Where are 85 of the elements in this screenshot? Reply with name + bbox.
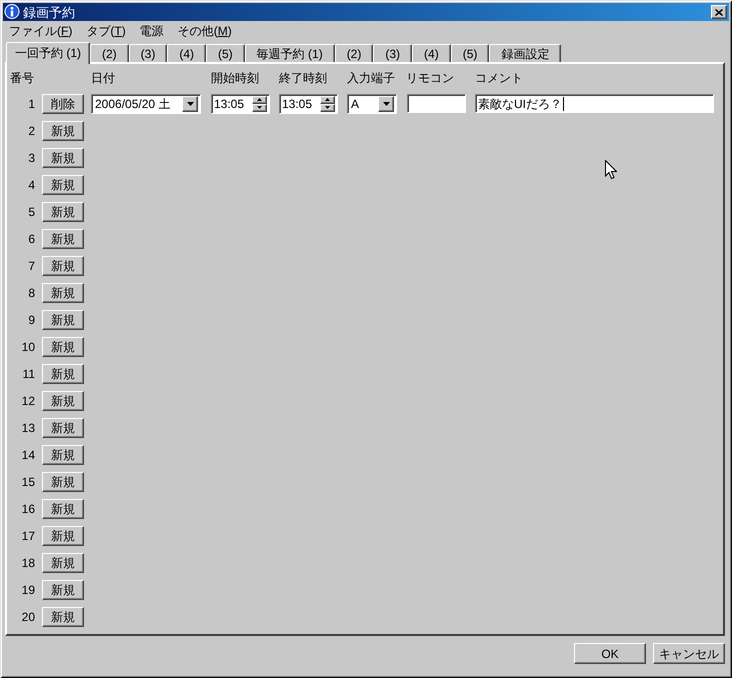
- window-title: 録画予約: [23, 6, 75, 18]
- up-arrow-icon: [325, 98, 330, 101]
- column-header: 入力端子: [347, 71, 395, 85]
- row-number: 4: [28, 176, 35, 194]
- new-button[interactable]: 新規: [42, 472, 84, 492]
- row-number: 12: [22, 392, 35, 410]
- tab[interactable]: (3): [128, 44, 168, 62]
- new-button[interactable]: 新規: [42, 310, 84, 330]
- column-header: 日付: [91, 71, 115, 85]
- new-button[interactable]: 新規: [42, 606, 84, 626]
- dropdown-button[interactable]: [378, 96, 394, 112]
- tab[interactable]: (3): [373, 44, 412, 62]
- delete-button[interactable]: 削除: [42, 94, 84, 114]
- row-number: 15: [22, 474, 35, 490]
- column-header: 番号: [10, 71, 34, 85]
- date-dropdown[interactable]: 2006/05/20 土: [91, 94, 201, 114]
- row-number: 2: [28, 122, 35, 140]
- row-number: 3: [28, 150, 35, 166]
- new-button[interactable]: 新規: [42, 228, 84, 248]
- row-number: 13: [22, 420, 35, 436]
- new-button[interactable]: 新規: [42, 282, 84, 302]
- row-number: 16: [22, 500, 35, 518]
- start-time-spinner[interactable]: 13:05: [211, 94, 270, 114]
- new-button[interactable]: 新規: [42, 202, 84, 222]
- row-number: 8: [28, 284, 35, 302]
- tab[interactable]: 毎週予約 (1): [244, 44, 335, 62]
- tab[interactable]: 一回予約 (1): [6, 42, 90, 64]
- ok-button[interactable]: OK: [574, 643, 646, 664]
- menu-item[interactable]: 電源: [136, 24, 167, 36]
- new-button[interactable]: 新規: [42, 580, 84, 600]
- menu-item[interactable]: タブ(T): [83, 24, 129, 36]
- spin-up-button[interactable]: [252, 96, 267, 104]
- mouse-pointer-icon: [605, 160, 617, 179]
- cancel-button[interactable]: キャンセル: [653, 643, 725, 664]
- row-number: 19: [22, 582, 35, 598]
- row-number: 17: [22, 528, 35, 544]
- row-number: 14: [22, 446, 35, 464]
- menu-item[interactable]: ファイル(F): [6, 24, 76, 36]
- spin-up-button[interactable]: [320, 96, 335, 104]
- column-header: リモコン: [406, 71, 454, 85]
- row-number: 7: [28, 258, 35, 274]
- row-number: 11: [22, 366, 35, 382]
- caret-down-icon: [382, 102, 390, 106]
- new-button[interactable]: 新規: [42, 336, 84, 356]
- column-header: 開始時刻: [211, 71, 259, 85]
- close-button[interactable]: [711, 5, 727, 19]
- menu-item[interactable]: その他(M): [174, 24, 235, 36]
- new-button[interactable]: 新規: [42, 390, 84, 410]
- new-button[interactable]: 新規: [42, 148, 84, 168]
- new-button[interactable]: 新規: [42, 256, 84, 276]
- dropdown-button[interactable]: [182, 96, 198, 112]
- end-time-spinner[interactable]: 13:05: [279, 94, 338, 114]
- row-number: 10: [22, 338, 35, 356]
- comment-field[interactable]: 素敵なUIだろ？: [475, 94, 714, 113]
- caret-down-icon: [186, 102, 194, 106]
- remote-field[interactable]: [407, 94, 466, 113]
- new-button[interactable]: 新規: [42, 120, 84, 140]
- row-number: 9: [28, 312, 35, 328]
- tab[interactable]: 録画設定: [489, 44, 562, 62]
- row-number: 1: [28, 96, 35, 112]
- new-button[interactable]: 新規: [42, 418, 84, 438]
- new-button[interactable]: 新規: [42, 498, 84, 518]
- new-button[interactable]: 新規: [42, 174, 84, 194]
- down-arrow-icon: [325, 106, 330, 109]
- close-icon: [715, 8, 723, 16]
- down-arrow-icon: [257, 106, 262, 109]
- row-number: 5: [28, 204, 35, 220]
- input-dropdown[interactable]: A: [347, 94, 397, 114]
- column-header: 終了時刻: [279, 71, 327, 85]
- new-button[interactable]: 新規: [42, 364, 84, 384]
- tab[interactable]: (5): [206, 44, 245, 62]
- tab[interactable]: (4): [167, 44, 206, 62]
- tab[interactable]: (5): [450, 44, 490, 62]
- tab[interactable]: (4): [412, 44, 451, 62]
- new-button[interactable]: 新規: [42, 552, 84, 572]
- new-button[interactable]: 新規: [42, 444, 84, 464]
- new-button[interactable]: 新規: [42, 526, 84, 546]
- row-number: 20: [22, 608, 35, 626]
- info-icon: [4, 4, 20, 20]
- tab[interactable]: (2): [90, 44, 129, 62]
- row-number: 6: [28, 230, 35, 248]
- up-arrow-icon: [257, 98, 262, 101]
- row-number: 18: [22, 554, 35, 572]
- tab[interactable]: (2): [334, 44, 374, 62]
- column-header: コメント: [475, 71, 523, 85]
